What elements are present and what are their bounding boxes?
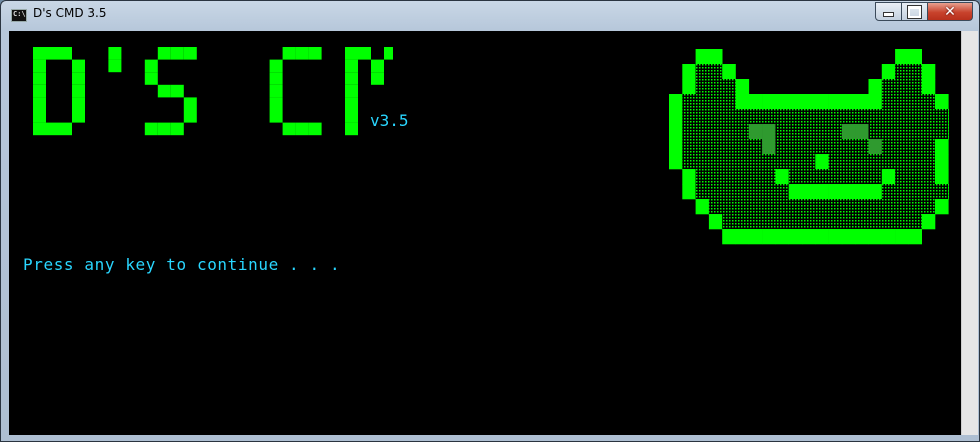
window-title: D's CMD 3.5	[33, 6, 107, 20]
logo-title	[33, 47, 486, 141]
window-controls: ✕	[875, 2, 973, 21]
pixel-cat-face-icon	[669, 49, 961, 263]
title-bar[interactable]: C:\ D's CMD 3.5 ✕	[1, 1, 979, 29]
continue-prompt: Press any key to continue . . .	[23, 255, 341, 274]
minimize-button[interactable]	[875, 2, 902, 21]
vertical-scrollbar[interactable]	[961, 31, 978, 435]
maximize-button[interactable]	[902, 2, 928, 21]
cat-svg	[669, 49, 961, 245]
cmd-app-icon[interactable]: C:\	[11, 9, 27, 22]
version-label: v3.5	[370, 111, 409, 130]
close-button[interactable]: ✕	[928, 2, 973, 21]
close-icon: ✕	[944, 3, 956, 20]
console-area[interactable]: v3.5 Press any key to continue . . .	[9, 31, 961, 435]
maximize-icon	[908, 5, 921, 18]
minimize-icon	[883, 12, 894, 17]
console-window: C:\ D's CMD 3.5 ✕ v3.5 Press any key to …	[0, 0, 980, 442]
logo-pixel-text	[33, 47, 486, 136]
